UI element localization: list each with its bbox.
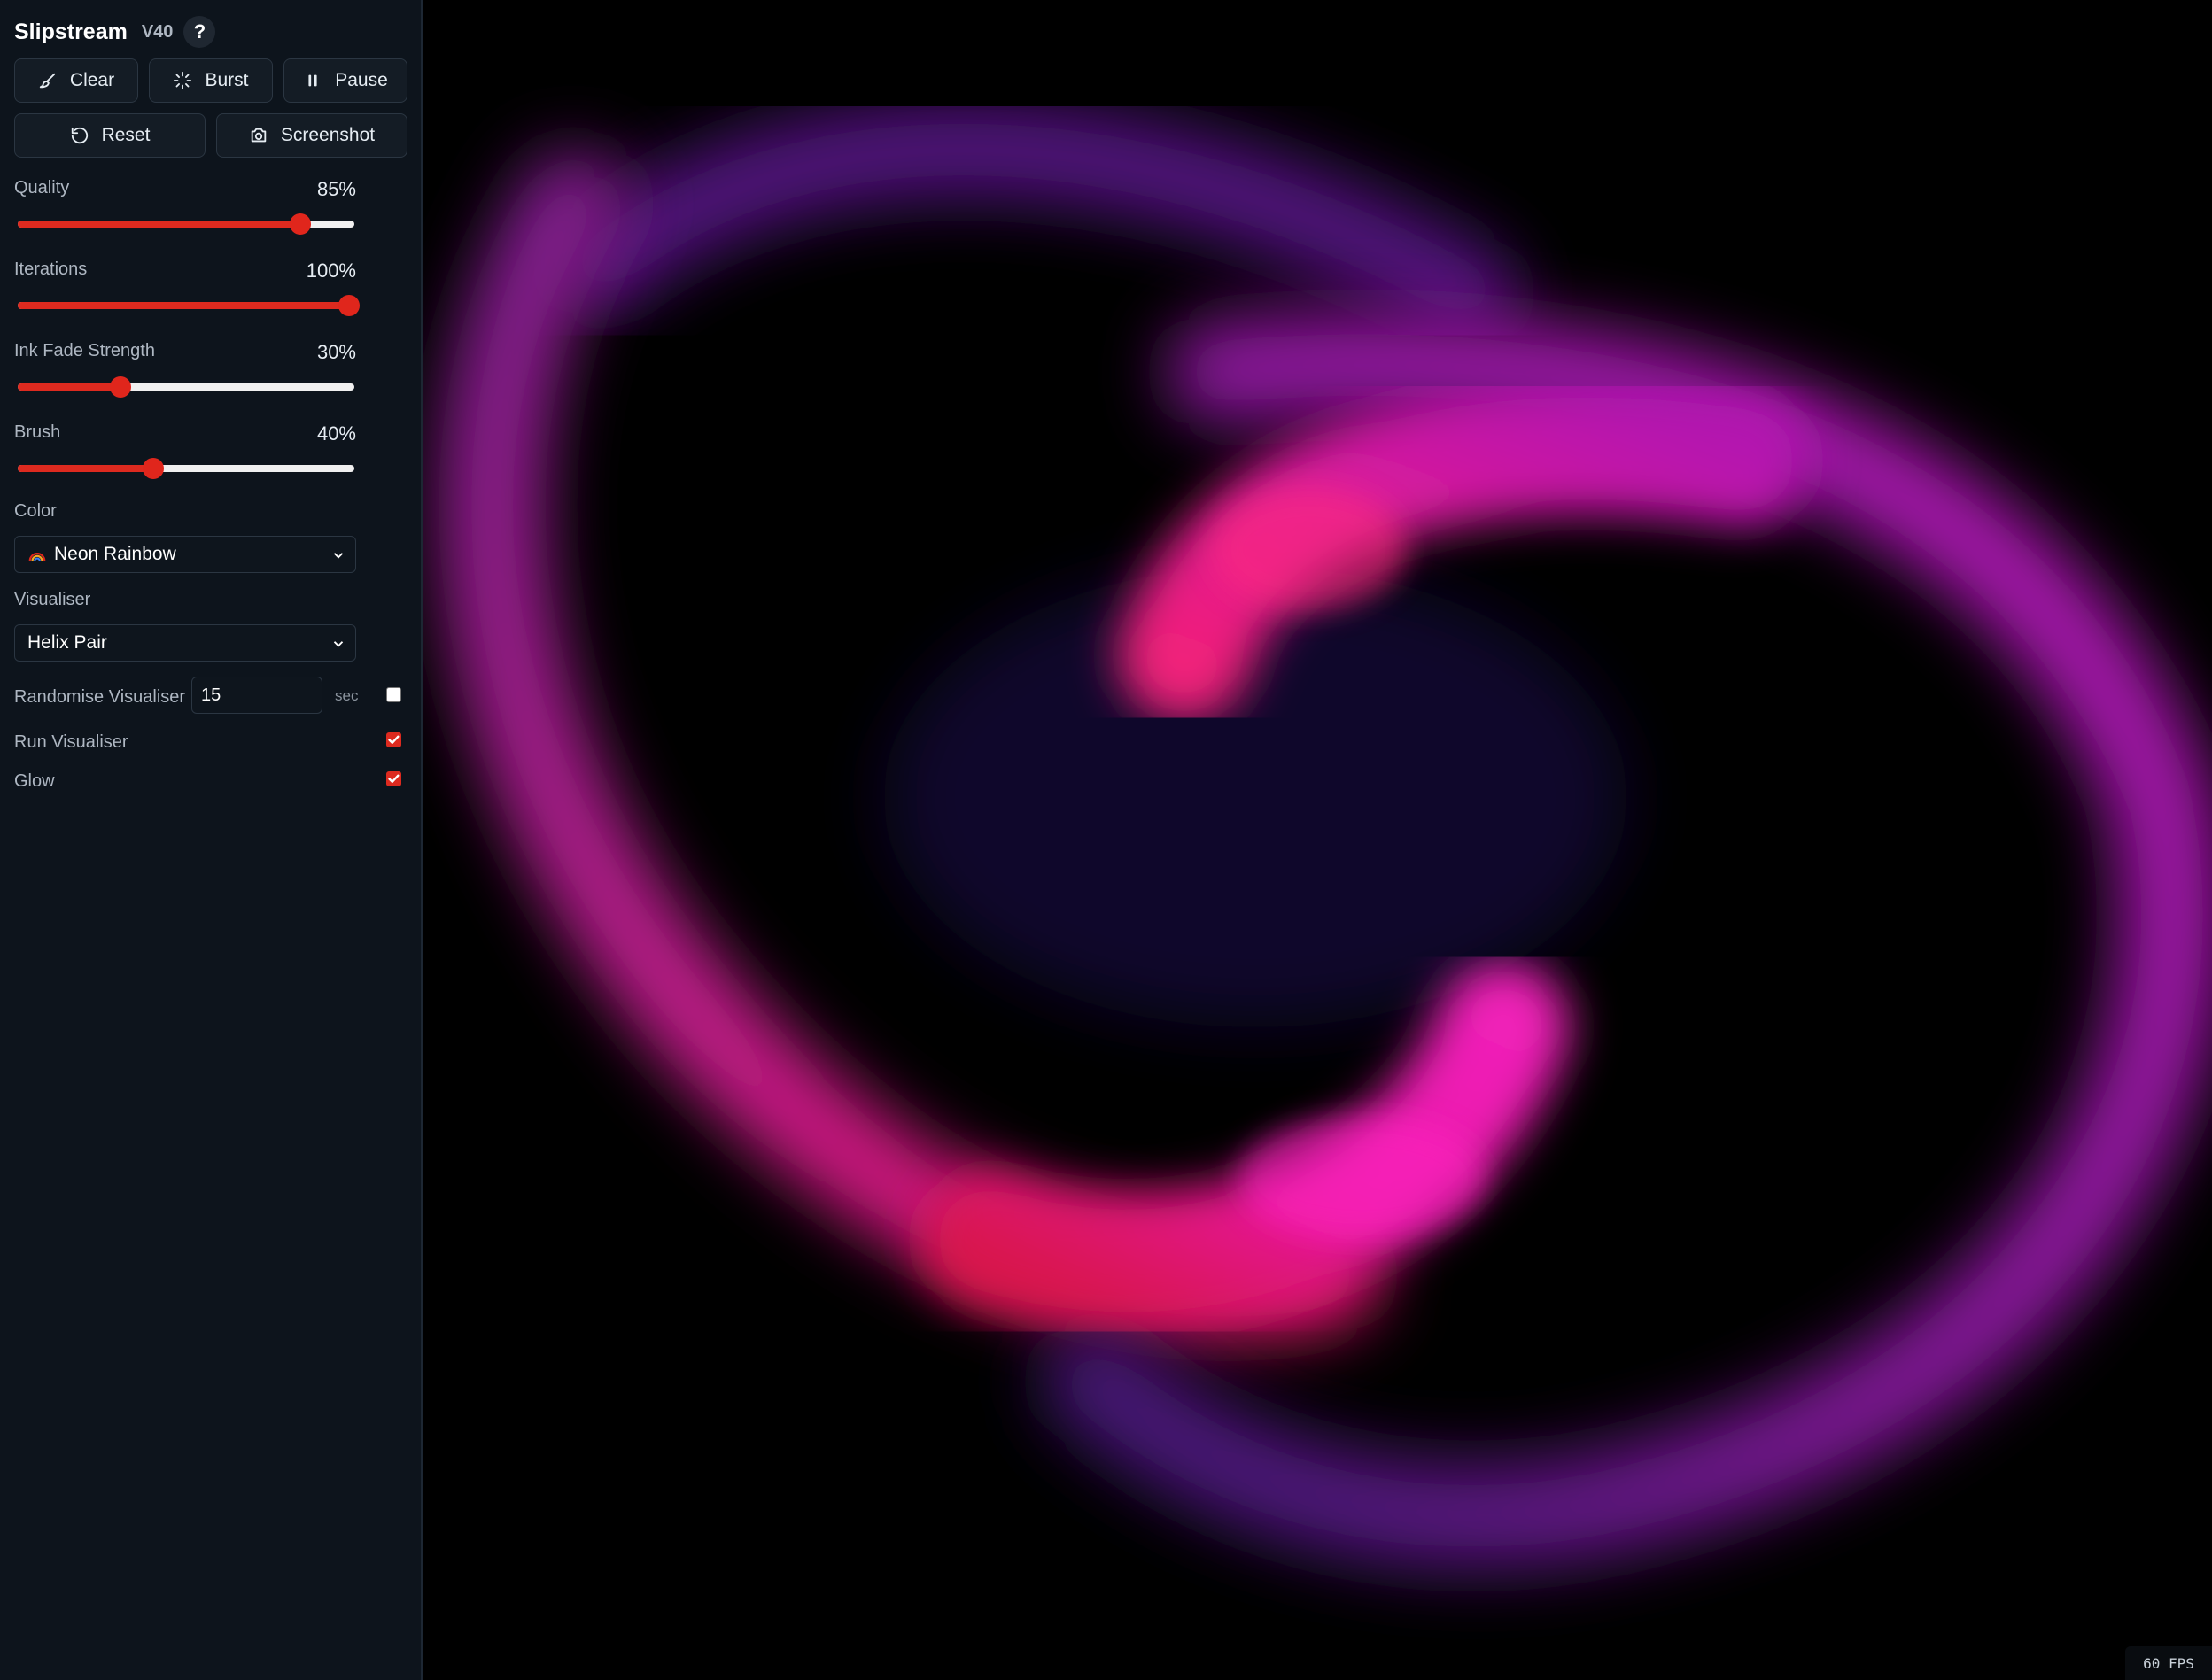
ink-fade-slider[interactable] [18, 376, 354, 398]
brush-control: Brush 40% [14, 422, 356, 484]
iterations-slider-fill [18, 302, 349, 309]
iterations-value: 100% [306, 259, 356, 282]
visualiser-canvas[interactable]: 60 FPS [423, 0, 2212, 1680]
color-select-value: Neon Rainbow [54, 544, 176, 564]
randomise-interval-input[interactable]: 15 [191, 677, 322, 714]
chevron-down-icon [333, 553, 344, 559]
burst-label: Burst [205, 70, 249, 90]
pause-label: Pause [335, 70, 388, 90]
clear-label: Clear [69, 70, 115, 90]
brush-slider-fill [18, 465, 154, 472]
glow-label: Glow [14, 771, 55, 791]
glow-checkbox[interactable] [386, 771, 401, 786]
run-visualiser-checkbox[interactable] [386, 732, 401, 747]
burst-icon [174, 71, 192, 90]
app-title: Slipstream [14, 19, 128, 44]
highlight-upper [1211, 487, 1406, 611]
color-label: Color [14, 501, 57, 521]
randomise-label: Randomise Visualiser [14, 687, 186, 707]
iterations-control: Iterations 100% [14, 259, 360, 321]
quality-value: 85% [316, 178, 356, 200]
iterations-slider-thumb[interactable] [338, 295, 360, 316]
brush-slider-thumb[interactable] [143, 458, 165, 479]
brush-label: Brush [14, 422, 61, 442]
brush-icon [39, 73, 56, 89]
color-select[interactable]: Neon Rainbow [14, 536, 356, 573]
quality-control: Quality 85% [14, 178, 356, 240]
rainbow-icon [28, 553, 46, 561]
clear-button[interactable]: Clear [14, 58, 138, 103]
reset-icon [71, 127, 88, 144]
top-arc [551, 100, 1517, 341]
ink-fade-value: 30% [316, 341, 356, 363]
randomise-checkbox[interactable] [386, 687, 401, 702]
pause-button[interactable]: Pause [283, 58, 407, 103]
app-root: Slipstream V40 ? Clear Burst Pause Reset… [0, 0, 2212, 1680]
ink-fade-label: Ink Fade Strength [14, 341, 155, 360]
chevron-down-icon [333, 641, 344, 647]
highlight-lower [1238, 1116, 1486, 1240]
ink-fade-control: Ink Fade Strength 30% [14, 341, 356, 403]
brush-value: 40% [316, 422, 356, 445]
visualiser-select-value: Helix Pair [27, 632, 107, 653]
visualiser-select[interactable]: Helix Pair [14, 624, 356, 662]
fluid-artwork [439, 100, 2212, 1570]
pause-icon [308, 74, 317, 87]
visualiser-label: Visualiser [14, 590, 91, 609]
screenshot-button[interactable]: Screenshot [216, 113, 407, 158]
reset-button[interactable]: Reset [14, 113, 206, 158]
randomise-unit: sec [335, 687, 359, 704]
reset-label: Reset [101, 125, 151, 145]
control-panel: Slipstream V40 ? Clear Burst Pause Reset… [0, 0, 423, 1680]
fps-counter: 60 FPS [2125, 1646, 2212, 1680]
help-button[interactable]: ? [183, 16, 216, 48]
burst-button[interactable]: Burst [149, 58, 273, 103]
app-version: V40 [141, 21, 174, 42]
checkmark-icon [388, 774, 400, 783]
checkmark-icon [388, 735, 400, 744]
panel-header: Slipstream V40 ? [14, 16, 216, 48]
run-visualiser-label: Run Visualiser [14, 732, 128, 752]
ink-fade-slider-thumb[interactable] [110, 376, 132, 398]
iterations-label: Iterations [14, 259, 88, 279]
quality-slider-fill [18, 221, 300, 228]
iterations-slider[interactable] [18, 295, 360, 316]
brush-slider[interactable] [18, 458, 354, 479]
screenshot-label: Screenshot [280, 125, 376, 145]
ink-fade-slider-fill [18, 383, 121, 391]
quality-label: Quality [14, 178, 70, 197]
camera-icon [251, 128, 267, 143]
quality-slider[interactable] [18, 213, 354, 235]
quality-slider-thumb[interactable] [289, 213, 311, 235]
